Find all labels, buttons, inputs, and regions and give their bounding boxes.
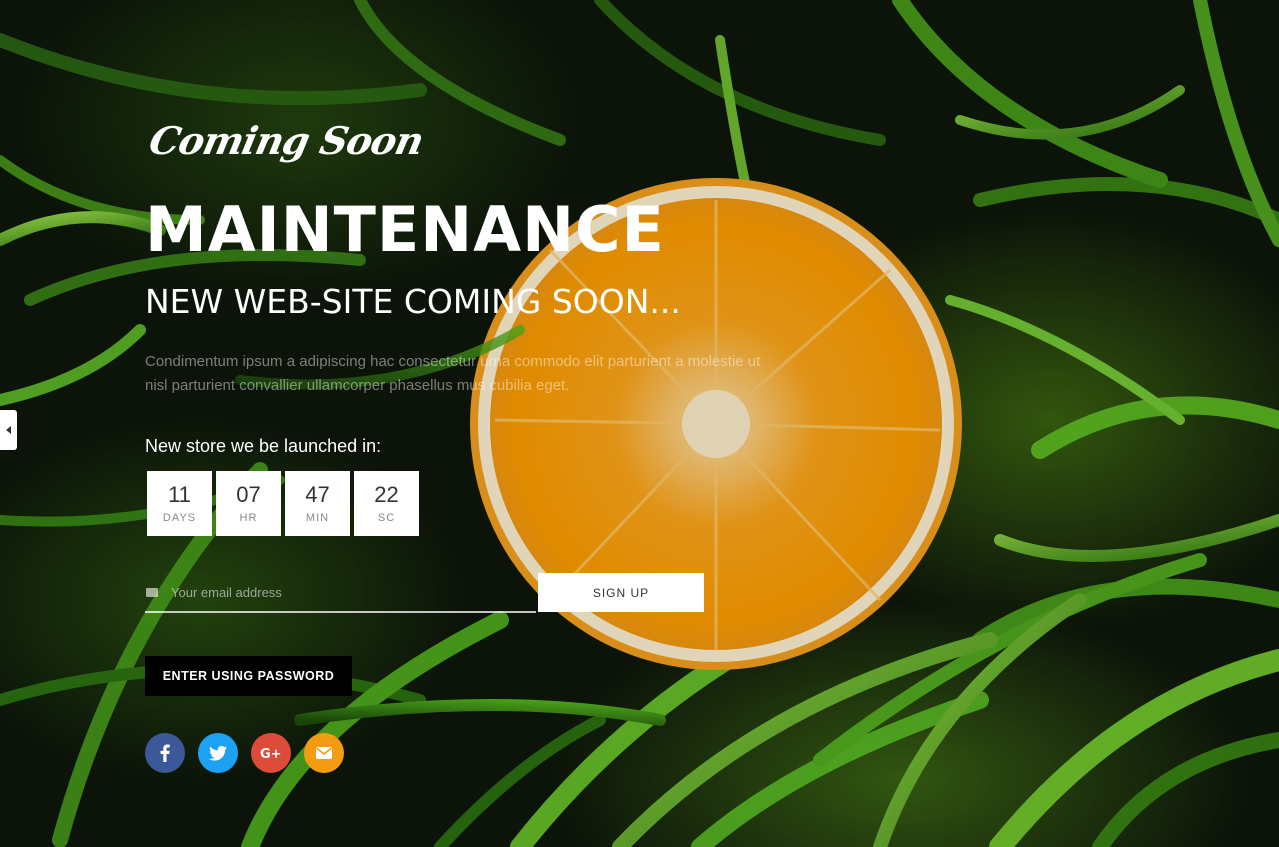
email-input[interactable]: [169, 583, 503, 601]
countdown-value: 07: [236, 481, 261, 507]
countdown-hours: 07 HR: [216, 471, 281, 536]
social-links: G+: [145, 733, 344, 773]
countdown-value: 11: [168, 481, 191, 507]
countdown-value: 22: [374, 481, 399, 507]
countdown-label: New store we be launched in:: [145, 436, 382, 456]
countdown-days: 11 DAYS: [147, 471, 212, 536]
page-title: MAINTENANCE: [145, 193, 665, 266]
envelope-icon: [146, 587, 158, 597]
page-subtitle: NEW WEB-SITE COMING SOON...: [145, 282, 681, 321]
countdown-unit: MIN: [305, 511, 330, 524]
logo: Coming Soon: [145, 118, 428, 163]
facebook-icon[interactable]: [145, 733, 185, 773]
countdown-value: 47: [305, 481, 330, 507]
side-panel-toggle[interactable]: [0, 410, 17, 450]
enter-password-button[interactable]: ENTER USING PASSWORD: [145, 656, 352, 696]
countdown-unit: DAYS: [162, 511, 197, 524]
twitter-icon[interactable]: [198, 733, 238, 773]
svg-text:G+: G+: [260, 747, 282, 760]
sign-up-button[interactable]: SIGN UP: [538, 573, 704, 612]
google-plus-icon[interactable]: G+: [251, 733, 291, 773]
newsletter-form: SIGN UP: [145, 573, 704, 613]
description-text: Condimentum ipsum a adipiscing hac conse…: [145, 353, 761, 394]
caret-left-icon: [6, 426, 11, 434]
countdown-minutes: 47 MIN: [285, 471, 350, 536]
countdown-seconds: 22 SC: [354, 471, 419, 536]
mail-icon[interactable]: [304, 733, 344, 773]
email-field-wrapper: [145, 573, 536, 613]
countdown-unit: SC: [377, 511, 396, 524]
countdown-unit: HR: [239, 511, 258, 524]
countdown-timer: 11 DAYS 07 HR 47 MIN 22 SC: [147, 471, 419, 536]
